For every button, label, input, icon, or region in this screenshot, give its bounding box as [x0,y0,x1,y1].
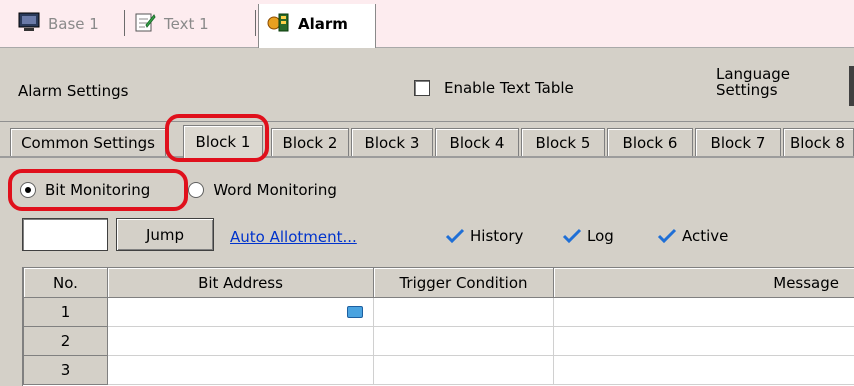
tab-label: Block 6 [622,133,678,152]
tab-block-2[interactable]: Block 2 [271,128,349,156]
tab-separator [255,10,256,36]
auto-allotment-link[interactable]: Auto Allotment... [230,228,357,246]
alarm-icon [266,11,290,37]
address-input-keypad-icon[interactable] [347,306,363,318]
doc-tab-text-1[interactable]: Text 1 [134,9,209,39]
doc-tab-label: Text 1 [164,15,209,33]
tab-block-8[interactable]: Block 8 [783,128,854,156]
tab-common-settings[interactable]: Common Settings [10,128,166,156]
bit-monitoring-label: Bit Monitoring [45,181,151,199]
column-header-no[interactable]: No. [23,267,108,298]
message-cell[interactable] [553,297,854,327]
enable-text-table-label: Enable Text Table [444,79,574,97]
tab-label: Block 7 [710,133,766,152]
active-option[interactable]: Active [657,227,728,245]
bit-monitoring-radio[interactable] [20,182,36,198]
check-mark-icon [445,228,465,244]
message-cell[interactable] [553,355,854,385]
trigger-condition-cell[interactable] [373,297,554,327]
row-number: 3 [23,355,108,385]
tab-label: Block 4 [449,133,505,152]
alarm-settings-bar: Alarm Settings Enable Text Table Languag… [0,48,854,122]
tab-label: Common Settings [21,133,155,152]
column-header-bit-address[interactable]: Bit Address [107,267,374,298]
jump-button[interactable]: Jump [116,218,214,251]
log-label: Log [587,227,614,245]
enable-text-table-checkbox[interactable]: Enable Text Table [414,79,574,97]
tab-block-3[interactable]: Block 3 [351,128,433,156]
bit-address-cell[interactable] [107,355,374,385]
history-option[interactable]: History [445,227,523,245]
language-settings-line2: Settings [716,81,778,99]
text-edit-icon [134,11,156,37]
trigger-condition-cell[interactable] [373,326,554,356]
block-tab-strip: Common Settings Block 1 Block 2 Block 3 … [0,122,854,158]
tab-label: Block 3 [364,133,420,152]
message-cell[interactable] [553,326,854,356]
table-row: 1 [23,297,854,327]
alarm-settings-title: Alarm Settings [18,82,129,100]
language-settings-button[interactable]: Language Settings [716,66,790,98]
tab-label: Block 1 [195,133,251,151]
table-row: 2 [23,326,854,356]
trigger-condition-cell[interactable] [373,355,554,385]
alarm-table: No. Bit Address Trigger Condition Messag… [22,267,854,386]
bit-address-cell[interactable] [107,297,374,327]
tab-block-1[interactable]: Block 1 [183,125,263,158]
column-header-trigger-condition[interactable]: Trigger Condition [373,267,554,298]
tab-block-4[interactable]: Block 4 [435,128,519,156]
tab-separator [124,10,125,36]
check-mark-icon [657,228,677,244]
jump-input[interactable] [22,218,108,251]
check-mark-icon [562,228,582,244]
doc-tab-alarm[interactable]: Alarm [266,9,348,39]
tab-block-6[interactable]: Block 6 [607,128,693,156]
tab-block-7[interactable]: Block 7 [695,128,781,156]
doc-tab-label: Base 1 [48,15,99,33]
tab-label: Block 8 [790,133,845,152]
row-number: 1 [23,297,108,327]
row-number: 2 [23,326,108,356]
column-header-message[interactable]: Message [553,267,854,298]
word-monitoring-radio[interactable] [188,182,205,198]
tab-label: Block 5 [535,133,591,152]
tab-block-5[interactable]: Block 5 [521,128,605,156]
monitor-icon [18,12,40,36]
doc-tab-base-1[interactable]: Base 1 [18,9,99,39]
table-row: 3 [23,355,854,385]
checkbox-box[interactable] [414,80,430,96]
tab-label: Block 2 [282,133,338,152]
document-tab-bar: Base 1 Text 1 Alarm [0,0,854,49]
active-label: Active [682,227,729,245]
settings-bar-edge [849,66,854,106]
monitoring-mode-group: Bit Monitoring Word Monitoring [20,181,337,199]
history-label: History [470,227,524,245]
doc-tab-label: Alarm [298,15,348,33]
language-settings-line1: Language [716,65,791,83]
log-option[interactable]: Log [562,227,614,245]
bit-address-cell[interactable] [107,326,374,356]
word-monitoring-label: Word Monitoring [213,181,337,199]
